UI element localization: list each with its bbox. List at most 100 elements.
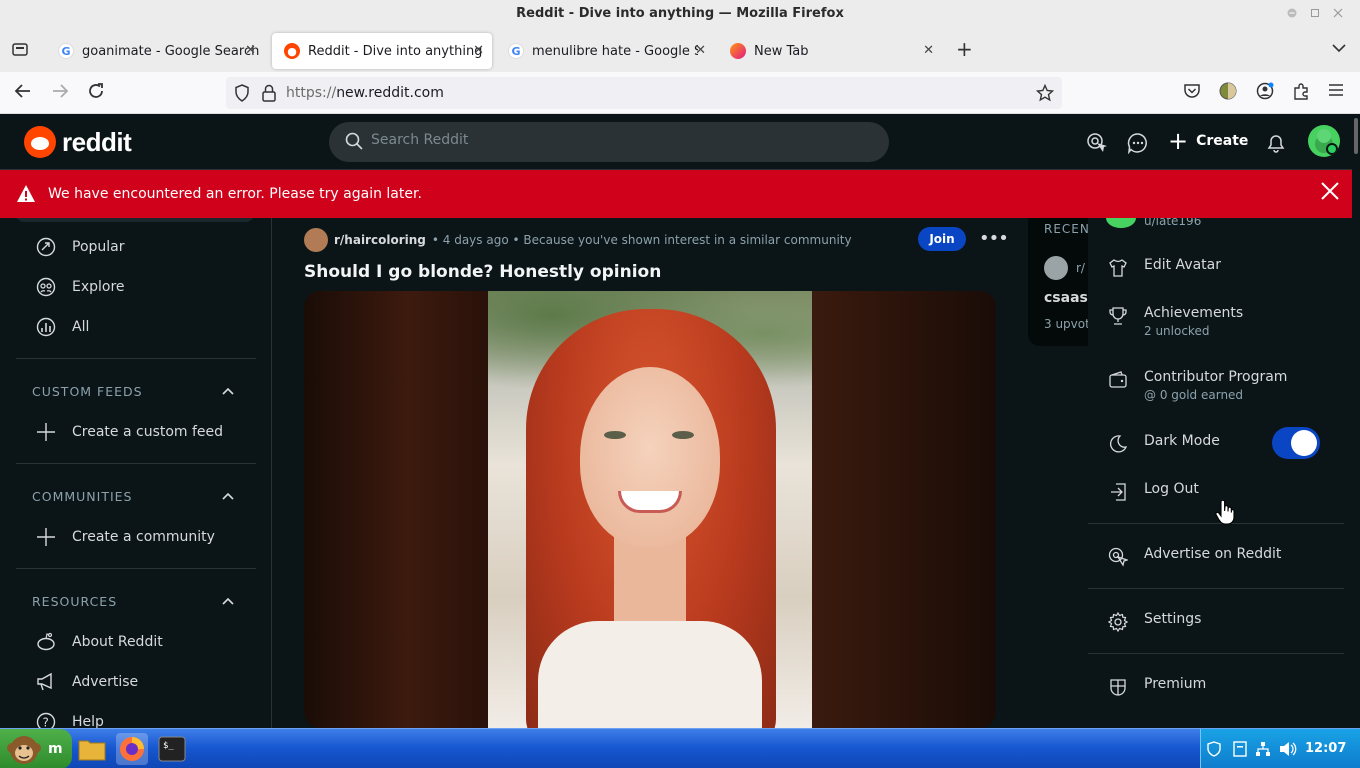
create-button[interactable]: + Create xyxy=(1168,129,1248,153)
user-avatar[interactable] xyxy=(1308,125,1340,157)
menu-item-advertise[interactable]: Advertise on Reddit xyxy=(1108,546,1281,567)
custom-feeds-heading[interactable]: CUSTOM FEEDS xyxy=(32,384,143,399)
popular-icon xyxy=(36,237,56,257)
create-custom-feed-button[interactable]: Create a custom feed xyxy=(36,422,223,442)
clock[interactable]: 12:07 xyxy=(1305,741,1346,756)
subreddit-link[interactable]: r/haircoloring xyxy=(334,233,426,247)
menu-item-achievements[interactable]: Achievements 2 unlocked xyxy=(1108,305,1243,338)
post-title[interactable]: Should I go blonde? Honestly opinion xyxy=(304,262,661,282)
chevron-up-icon[interactable] xyxy=(222,384,234,398)
volume-icon[interactable] xyxy=(1279,741,1297,761)
hamburger-menu-icon[interactable] xyxy=(1328,82,1344,103)
sidebar-item-all[interactable]: All xyxy=(36,317,89,337)
user-dropdown-menu: u/late196 Edit Avatar Achievements 2 unl… xyxy=(1088,218,1344,718)
sidebar-item-help[interactable]: ? Help xyxy=(36,712,104,728)
search-input[interactable] xyxy=(371,132,851,148)
chevron-up-icon[interactable] xyxy=(222,489,234,503)
sidebar-item-advertise[interactable]: Advertise xyxy=(36,672,138,692)
sidebar-item-about-reddit[interactable]: About Reddit xyxy=(36,632,163,652)
recent-sub-avatar[interactable] xyxy=(1044,256,1068,280)
logo-text: reddit xyxy=(62,126,132,157)
close-tab-icon[interactable]: ✕ xyxy=(695,43,706,58)
menu-item-dark-mode[interactable]: Dark Mode xyxy=(1108,433,1220,454)
lock-icon[interactable] xyxy=(262,84,276,106)
start-menu-button[interactable]: m xyxy=(0,729,72,768)
extension-avatar-icon[interactable] xyxy=(1219,82,1237,105)
close-tab-icon[interactable]: ✕ xyxy=(923,43,934,58)
maximize-icon[interactable] xyxy=(1309,8,1321,20)
notification-bell-icon[interactable] xyxy=(1265,132,1287,154)
firefox-taskbar-icon[interactable] xyxy=(116,733,148,765)
reload-icon[interactable] xyxy=(87,82,105,105)
reddit-alien-icon xyxy=(37,632,55,651)
close-tab-icon[interactable]: ✕ xyxy=(245,43,256,58)
search-bar[interactable] xyxy=(329,122,889,162)
resources-heading[interactable]: RESOURCES xyxy=(32,594,117,609)
close-tab-icon[interactable]: ✕ xyxy=(473,43,484,58)
tab-overview-icon[interactable] xyxy=(11,40,29,62)
sidebar-item-popular[interactable]: Popular xyxy=(36,237,125,257)
page-scrollbar[interactable] xyxy=(1352,114,1360,728)
menu-item-label: Log Out xyxy=(1144,481,1199,497)
minimize-icon[interactable] xyxy=(1286,8,1298,20)
menu-item-settings[interactable]: Settings xyxy=(1108,611,1201,632)
subreddit-avatar[interactable] xyxy=(304,228,328,252)
file-manager-icon[interactable] xyxy=(76,733,108,765)
communities-heading[interactable]: COMMUNITIES xyxy=(32,489,132,504)
more-options-icon[interactable]: ••• xyxy=(979,228,1009,249)
sidebar-item-label: Popular xyxy=(72,239,125,255)
list-tabs-icon[interactable] xyxy=(1331,40,1347,60)
menu-item-label: Advertise on Reddit xyxy=(1144,546,1282,562)
menu-item-contributor-program[interactable]: Contributor Program @ 0 gold earned xyxy=(1108,369,1287,402)
dark-mode-toggle[interactable] xyxy=(1272,427,1320,459)
recommendation-reason: Because you've shown interest in a simil… xyxy=(523,233,852,247)
post-media[interactable] xyxy=(304,291,996,728)
error-message: We have encountered an error. Please try… xyxy=(48,186,422,202)
address-bar[interactable]: https://new.reddit.com xyxy=(226,77,1062,109)
menu-item-log-out[interactable]: Log Out xyxy=(1108,481,1199,502)
forward-icon[interactable] xyxy=(51,82,69,105)
back-icon[interactable] xyxy=(14,82,32,105)
tab-menulibre[interactable]: G menulibre hate - Google Search ✕ xyxy=(496,33,714,69)
user-avatar-small[interactable] xyxy=(1106,218,1136,228)
sidebar-item-label: About Reddit xyxy=(72,634,163,650)
svg-text:$_: $_ xyxy=(163,741,174,751)
plus-icon xyxy=(37,528,55,546)
extensions-icon[interactable] xyxy=(1292,82,1310,105)
scrollbar-thumb[interactable] xyxy=(1354,118,1358,154)
reddit-logo[interactable]: reddit xyxy=(24,126,132,158)
security-shield-icon[interactable] xyxy=(1207,741,1221,761)
google-icon: G xyxy=(58,43,74,59)
tab-reddit[interactable]: ● Reddit - Dive into anything ✕ xyxy=(272,33,492,69)
system-tray: 12:07 xyxy=(1200,729,1360,768)
recent-sub-name[interactable]: r/ xyxy=(1076,261,1085,275)
clipboard-icon[interactable] xyxy=(1233,741,1247,761)
menu-item-label: Contributor Program xyxy=(1144,369,1288,385)
tab-goanimate[interactable]: G goanimate - Google Search ✕ xyxy=(46,33,264,69)
chevron-up-icon[interactable] xyxy=(222,594,234,608)
advertise-icon[interactable] xyxy=(1086,132,1108,154)
menu-item-edit-avatar[interactable]: Edit Avatar xyxy=(1108,257,1221,278)
reddit-favicon: ● xyxy=(284,43,300,59)
create-community-button[interactable]: Create a community xyxy=(36,527,215,547)
shield-icon[interactable] xyxy=(234,84,250,106)
account-icon[interactable] xyxy=(1256,82,1274,105)
username[interactable]: u/late196 xyxy=(1144,218,1201,228)
logout-icon xyxy=(1111,483,1126,501)
new-tab-icon[interactable]: + xyxy=(956,37,973,61)
chat-icon[interactable] xyxy=(1127,132,1149,154)
post-age: 4 days ago xyxy=(442,233,509,247)
close-window-icon[interactable] xyxy=(1332,8,1344,20)
eye-shape xyxy=(672,431,694,439)
tab-new-tab[interactable]: New Tab ✕ xyxy=(718,33,942,69)
network-icon[interactable] xyxy=(1255,741,1271,761)
terminal-icon[interactable]: $_ xyxy=(156,733,188,765)
menu-item-premium[interactable]: Premium xyxy=(1108,676,1206,697)
close-banner-icon[interactable] xyxy=(1320,181,1340,207)
home-item-highlight[interactable] xyxy=(16,218,254,222)
bookmark-star-icon[interactable] xyxy=(1035,83,1055,106)
join-button[interactable]: Join xyxy=(918,227,966,251)
tab-label: New Tab xyxy=(754,43,809,59)
pocket-icon[interactable] xyxy=(1183,82,1201,105)
sidebar-item-explore[interactable]: Explore xyxy=(36,277,125,297)
